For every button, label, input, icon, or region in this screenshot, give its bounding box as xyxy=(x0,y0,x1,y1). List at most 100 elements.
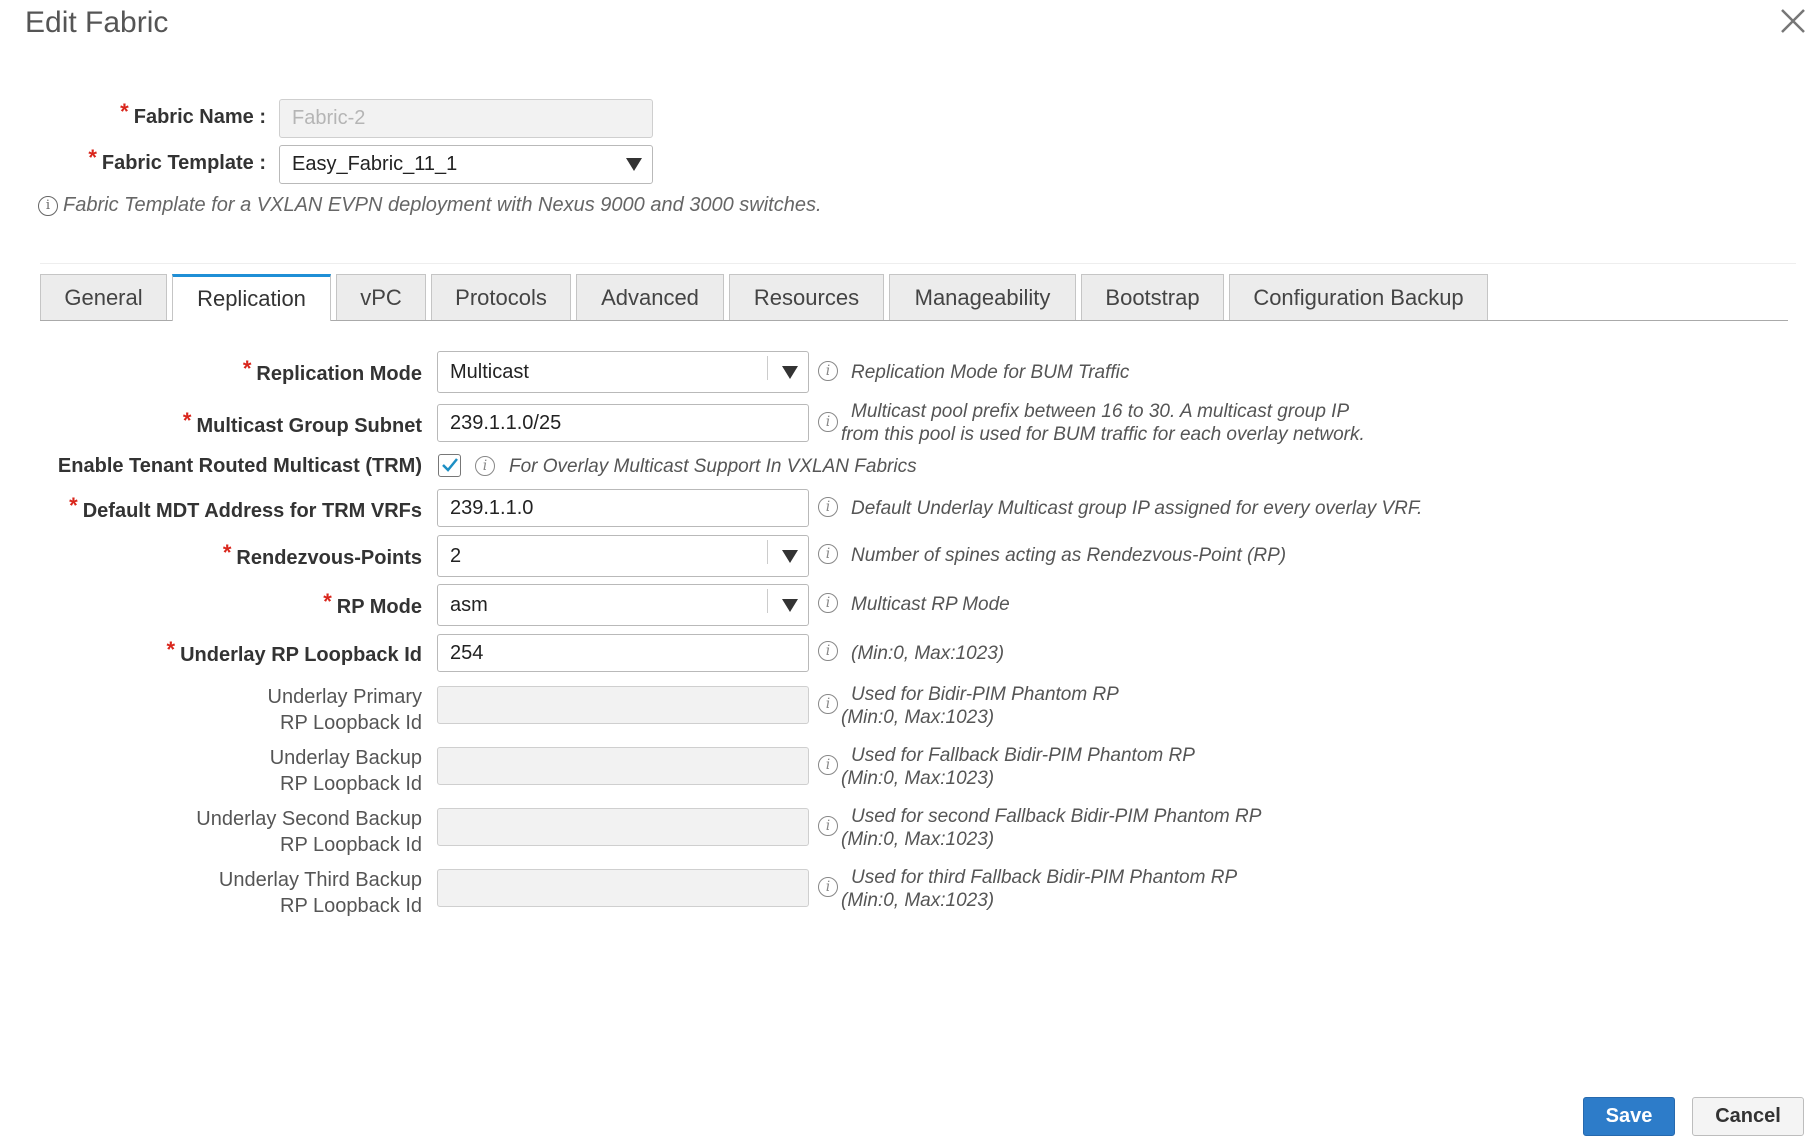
tab-vpc[interactable]: vPC xyxy=(336,274,426,320)
info-icon[interactable]: i xyxy=(818,641,838,661)
template-note: i Fabric Template for a VXLAN EVPN deplo… xyxy=(38,194,822,217)
multicast-group-subnet-label: * Multicast Group Subnet xyxy=(183,408,422,439)
required-marker: * xyxy=(222,540,232,565)
underlay-third-backup-rp-label-line1: Underlay Third Backup xyxy=(218,869,422,891)
enable-trm-checkbox[interactable] xyxy=(438,454,461,477)
underlay-third-backup-rp-help-line1: Used for third Fallback Bidir-PIM Phanto… xyxy=(851,867,1238,888)
chevron-down-icon xyxy=(782,598,798,612)
multicast-group-subnet-help-line1: Multicast pool prefix between 16 to 30. … xyxy=(851,401,1350,422)
chevron-down-icon xyxy=(782,549,798,563)
fabric-template-select[interactable]: Easy_Fabric_11_1 xyxy=(279,145,653,184)
default-mdt-help: Default Underlay Multicast group IP assi… xyxy=(851,498,1423,519)
required-marker: * xyxy=(323,589,332,614)
select-divider xyxy=(767,540,768,564)
tab-manageability[interactable]: Manageability xyxy=(889,274,1076,320)
underlay-rp-loopback-input[interactable]: 254 xyxy=(437,634,809,672)
required-marker: * xyxy=(242,356,252,381)
required-marker: * xyxy=(166,637,176,662)
tab-advanced[interactable]: Advanced xyxy=(576,274,724,320)
replication-mode-label: * Replication Mode xyxy=(243,356,422,387)
rp-mode-help: Multicast RP Mode xyxy=(851,594,1010,615)
chevron-down-icon xyxy=(626,158,642,171)
replication-mode-help: Replication Mode for BUM Traffic xyxy=(851,362,1130,383)
required-marker: * xyxy=(182,408,192,433)
underlay-backup-rp-input[interactable] xyxy=(437,747,809,785)
divider xyxy=(40,263,1796,264)
underlay-backup-rp-help-line1: Used for Fallback Bidir-PIM Phantom RP xyxy=(851,745,1195,766)
fabric-template-value: Easy_Fabric_11_1 xyxy=(292,153,458,175)
select-divider xyxy=(767,589,768,613)
dialog-title: Edit Fabric xyxy=(25,6,169,39)
info-icon[interactable]: i xyxy=(818,877,838,897)
underlay-backup-rp-label-line1: Underlay Backup xyxy=(269,747,422,769)
cancel-button[interactable]: Cancel xyxy=(1692,1097,1804,1136)
info-icon[interactable]: i xyxy=(818,412,838,432)
tab-configuration-backup[interactable]: Configuration Backup xyxy=(1229,274,1488,320)
rendezvous-points-select[interactable]: 2 xyxy=(437,535,809,577)
rp-mode-value: asm xyxy=(450,593,488,616)
chevron-down-icon xyxy=(782,365,798,379)
underlay-second-backup-rp-label-line2: RP Loopback Id xyxy=(280,834,422,856)
underlay-third-backup-rp-input[interactable] xyxy=(437,869,809,907)
rendezvous-points-value: 2 xyxy=(450,544,462,567)
select-divider xyxy=(767,356,768,380)
underlay-second-backup-rp-help-line2: (Min:0, Max:1023) xyxy=(841,829,995,850)
fabric-name-input[interactable]: Fabric-2 xyxy=(279,99,653,138)
underlay-backup-rp-label: Underlay Backup RP Loopback Id xyxy=(270,745,422,797)
info-icon[interactable]: i xyxy=(818,694,838,714)
rp-mode-label-text: RP Mode xyxy=(336,596,422,618)
template-note-text: Fabric Template for a VXLAN EVPN deploym… xyxy=(63,194,822,216)
underlay-second-backup-rp-help-line1: Used for second Fallback Bidir-PIM Phant… xyxy=(851,806,1262,827)
underlay-second-backup-rp-input[interactable] xyxy=(437,808,809,846)
info-icon[interactable]: i xyxy=(475,456,495,476)
rendezvous-points-label-text: Rendezvous-Points xyxy=(236,547,422,569)
info-icon[interactable]: i xyxy=(818,816,838,836)
underlay-rp-loopback-help: (Min:0, Max:1023) xyxy=(851,643,1005,664)
rp-mode-label: * RP Mode xyxy=(323,589,422,620)
info-icon[interactable]: i xyxy=(818,593,838,613)
underlay-second-backup-rp-label: Underlay Second Backup RP Loopback Id xyxy=(196,806,422,858)
close-icon[interactable] xyxy=(1776,4,1810,38)
replication-mode-select[interactable]: Multicast xyxy=(437,351,809,393)
underlay-third-backup-rp-help-line2: (Min:0, Max:1023) xyxy=(841,890,995,911)
required-marker: * xyxy=(88,145,97,170)
tab-protocols[interactable]: Protocols xyxy=(431,274,571,320)
default-mdt-label-text: Default MDT Address for TRM VRFs xyxy=(82,500,422,522)
rp-mode-select[interactable]: asm xyxy=(437,584,809,626)
underlay-primary-rp-input[interactable] xyxy=(437,686,809,724)
info-icon[interactable]: i xyxy=(818,497,838,517)
underlay-backup-rp-label-line2: RP Loopback Id xyxy=(280,773,422,795)
underlay-primary-rp-label-line1: Underlay Primary xyxy=(267,686,422,708)
info-icon: i xyxy=(38,195,58,216)
rendezvous-points-label: * Rendezvous-Points xyxy=(223,540,422,571)
multicast-group-subnet-help-line2: from this pool is used for BUM traffic f… xyxy=(841,424,1365,445)
fabric-name-label-text: Fabric Name : xyxy=(133,106,266,128)
info-icon[interactable]: i xyxy=(818,361,838,381)
required-marker: * xyxy=(120,99,129,124)
fabric-template-label: * Fabric Template : xyxy=(80,145,266,175)
default-mdt-input[interactable]: 239.1.1.0 xyxy=(437,489,809,527)
underlay-backup-rp-help-line2: (Min:0, Max:1023) xyxy=(841,768,995,789)
tab-bar: General Replication vPC Protocols Advanc… xyxy=(40,274,1790,321)
multicast-group-subnet-input[interactable]: 239.1.1.0/25 xyxy=(437,404,809,442)
info-icon[interactable]: i xyxy=(818,544,838,564)
enable-trm-label: Enable Tenant Routed Multicast (TRM) xyxy=(57,455,422,477)
required-marker: * xyxy=(69,493,78,518)
underlay-primary-rp-label: Underlay Primary RP Loopback Id xyxy=(268,684,422,736)
replication-mode-label-text: Replication Mode xyxy=(256,363,422,385)
checkmark-icon xyxy=(442,458,458,472)
fabric-name-label: * Fabric Name : xyxy=(100,99,266,129)
info-icon[interactable]: i xyxy=(818,755,838,775)
underlay-rp-loopback-label: * Underlay RP Loopback Id xyxy=(167,637,422,668)
underlay-primary-rp-label-line2: RP Loopback Id xyxy=(280,712,422,734)
multicast-group-subnet-label-text: Multicast Group Subnet xyxy=(196,415,422,437)
save-button[interactable]: Save xyxy=(1583,1097,1675,1136)
underlay-rp-loopback-label-text: Underlay RP Loopback Id xyxy=(180,644,422,666)
tab-bootstrap[interactable]: Bootstrap xyxy=(1081,274,1224,320)
tab-replication[interactable]: Replication xyxy=(172,274,331,321)
enable-trm-help: For Overlay Multicast Support In VXLAN F… xyxy=(509,456,917,477)
replication-mode-value: Multicast xyxy=(450,360,529,383)
tab-resources[interactable]: Resources xyxy=(729,274,884,320)
tab-general[interactable]: General xyxy=(40,274,167,320)
underlay-third-backup-rp-label: Underlay Third Backup RP Loopback Id xyxy=(219,867,422,919)
